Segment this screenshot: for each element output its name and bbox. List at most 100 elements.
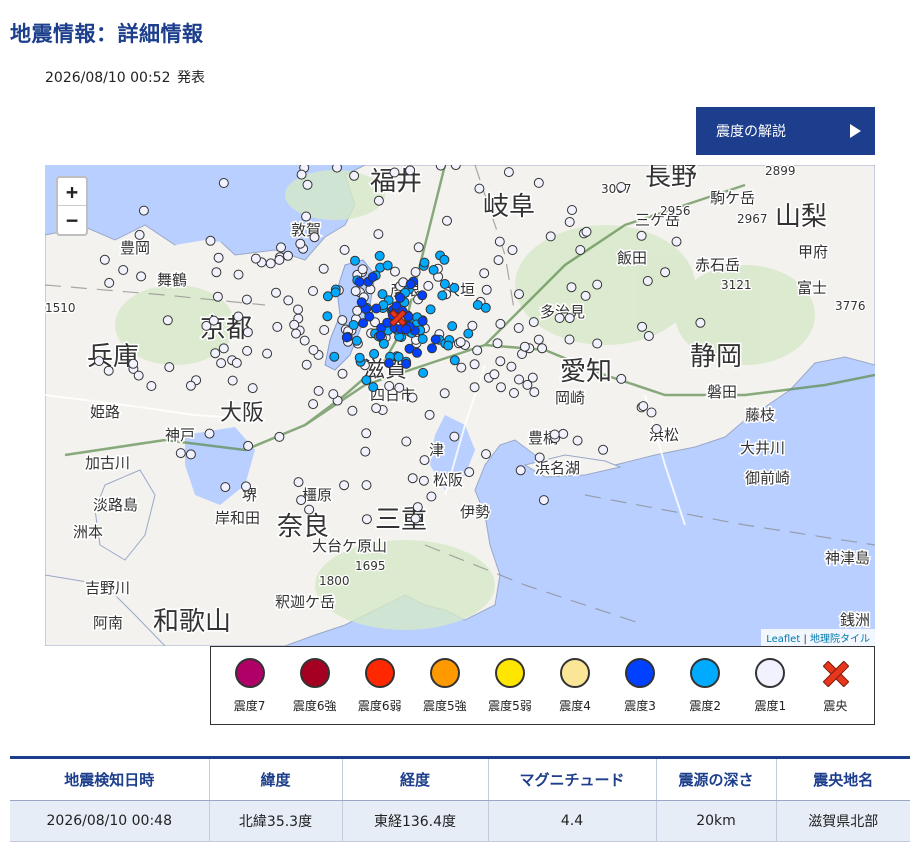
station-marker[interactable] — [638, 401, 649, 412]
station-marker[interactable] — [549, 429, 560, 440]
station-marker[interactable] — [371, 403, 382, 414]
station-marker[interactable] — [419, 257, 430, 268]
station-marker[interactable] — [371, 303, 382, 314]
station-marker[interactable] — [308, 399, 319, 410]
station-marker[interactable] — [492, 338, 503, 349]
station-marker[interactable] — [330, 287, 341, 298]
station-marker[interactable] — [218, 343, 229, 354]
station-marker[interactable] — [495, 356, 506, 367]
station-marker[interactable] — [185, 449, 196, 460]
station-marker[interactable] — [407, 473, 418, 484]
station-marker[interactable] — [480, 302, 491, 313]
station-marker[interactable] — [428, 265, 439, 275]
station-marker[interactable] — [527, 372, 538, 383]
station-marker[interactable] — [405, 279, 416, 290]
station-marker[interactable] — [419, 455, 430, 466]
station-marker[interactable] — [218, 178, 229, 188]
station-marker[interactable] — [384, 381, 395, 391]
station-marker[interactable] — [509, 388, 519, 398]
station-marker[interactable] — [350, 255, 360, 266]
station-marker[interactable] — [427, 343, 437, 354]
station-marker[interactable] — [581, 226, 592, 237]
station-marker[interactable] — [598, 444, 609, 455]
station-marker[interactable] — [519, 341, 530, 352]
station-marker[interactable] — [339, 244, 350, 255]
station-marker[interactable] — [341, 332, 352, 343]
station-marker[interactable] — [464, 467, 475, 478]
station-marker[interactable] — [354, 352, 365, 363]
station-marker[interactable] — [481, 284, 492, 295]
station-marker[interactable] — [533, 334, 544, 345]
station-marker[interactable] — [242, 327, 253, 338]
station-marker[interactable] — [118, 265, 129, 275]
station-marker[interactable] — [322, 311, 333, 322]
station-marker[interactable] — [332, 165, 342, 173]
station-marker[interactable] — [472, 345, 483, 356]
station-marker[interactable] — [309, 232, 320, 243]
station-marker[interactable] — [430, 334, 441, 345]
station-marker[interactable] — [351, 335, 362, 346]
station-marker[interactable] — [250, 253, 261, 264]
station-marker[interactable] — [265, 258, 276, 269]
station-marker[interactable] — [545, 231, 556, 242]
station-marker[interactable] — [410, 267, 421, 277]
station-marker[interactable] — [295, 238, 306, 249]
station-marker[interactable] — [339, 480, 350, 491]
station-marker[interactable] — [313, 385, 324, 396]
station-marker[interactable] — [424, 409, 435, 420]
station-marker[interactable] — [646, 407, 657, 418]
station-marker[interactable] — [104, 277, 115, 288]
station-marker[interactable] — [272, 321, 283, 332]
station-marker[interactable] — [375, 330, 386, 341]
station-marker[interactable] — [352, 305, 363, 316]
station-marker[interactable] — [361, 514, 372, 525]
station-marker[interactable] — [233, 269, 244, 280]
station-marker[interactable] — [146, 381, 157, 391]
zoom-in-button[interactable]: + — [58, 178, 86, 206]
station-marker[interactable] — [401, 436, 412, 447]
station-marker[interactable] — [220, 482, 231, 493]
station-marker[interactable] — [211, 267, 222, 278]
station-marker[interactable] — [616, 182, 627, 192]
station-marker[interactable] — [231, 357, 242, 368]
station-marker[interactable] — [162, 315, 173, 326]
station-marker[interactable] — [304, 504, 315, 515]
station-marker[interactable] — [293, 304, 303, 315]
station-marker[interactable] — [133, 370, 144, 381]
station-marker[interactable] — [515, 465, 526, 476]
station-marker[interactable] — [136, 271, 147, 282]
station-marker[interactable] — [496, 382, 506, 393]
station-marker[interactable] — [274, 254, 285, 265]
station-marker[interactable] — [185, 380, 196, 391]
station-marker[interactable] — [296, 495, 307, 506]
station-marker[interactable] — [423, 280, 434, 291]
station-marker[interactable] — [301, 211, 312, 222]
station-marker[interactable] — [425, 304, 436, 315]
station-marker[interactable] — [271, 287, 281, 298]
station-marker[interactable] — [469, 359, 480, 370]
station-marker[interactable] — [503, 167, 514, 178]
station-marker[interactable] — [417, 334, 428, 344]
station-marker[interactable] — [479, 268, 490, 279]
station-marker[interactable] — [369, 348, 380, 359]
station-marker[interactable] — [435, 165, 446, 171]
station-marker[interactable] — [213, 252, 224, 263]
station-marker[interactable] — [383, 358, 394, 369]
station-marker[interactable] — [296, 169, 307, 180]
station-marker[interactable] — [529, 387, 540, 398]
station-marker[interactable] — [328, 389, 339, 400]
station-marker[interactable] — [412, 347, 422, 358]
intensity-explanation-button[interactable]: 震度の解説 — [696, 107, 875, 155]
station-marker[interactable] — [481, 449, 491, 460]
station-marker[interactable] — [390, 266, 400, 277]
station-marker[interactable] — [373, 195, 384, 206]
station-marker[interactable] — [439, 388, 450, 399]
station-marker[interactable] — [175, 448, 186, 459]
station-marker[interactable] — [382, 260, 393, 271]
station-marker[interactable] — [572, 435, 583, 446]
station-marker[interactable] — [308, 345, 319, 355]
earthquake-map[interactable]: 福井 岐阜 長野 山梨 京都 兵庫 滋賀 愛知 静岡 三重 奈良 大阪 和歌山 … — [45, 165, 875, 646]
station-marker[interactable] — [242, 345, 253, 356]
station-marker[interactable] — [449, 282, 460, 293]
station-marker[interactable] — [637, 321, 648, 332]
